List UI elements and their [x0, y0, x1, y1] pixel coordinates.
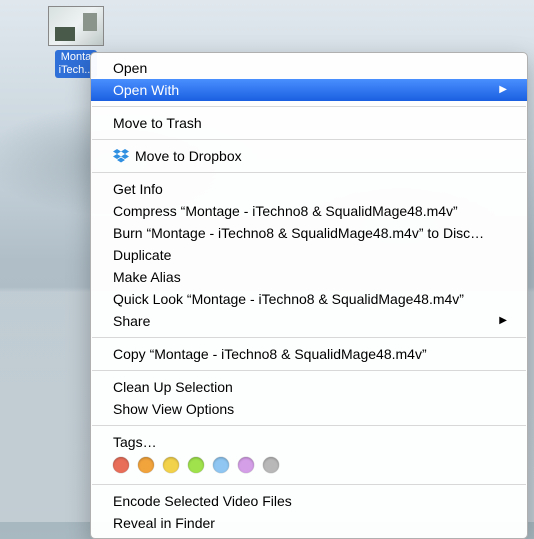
- submenu-arrow-icon: ▶: [499, 312, 507, 330]
- submenu-arrow-icon: ▶: [499, 81, 507, 99]
- menu-separator: [92, 337, 526, 338]
- menu-item-get-info[interactable]: Get Info: [91, 178, 527, 200]
- menu-item-encode[interactable]: Encode Selected Video Files: [91, 490, 527, 512]
- menu-separator: [92, 172, 526, 173]
- tag-dot-blue[interactable]: [213, 457, 229, 473]
- menu-separator: [92, 139, 526, 140]
- file-thumbnail: [48, 6, 104, 46]
- menu-separator: [92, 425, 526, 426]
- context-menu: Open Open With ▶ Move to Trash Move to D…: [90, 52, 528, 539]
- file-label-line2: iTech...: [59, 64, 94, 77]
- menu-item-show-view-options[interactable]: Show View Options: [91, 398, 527, 420]
- dropbox-icon: [113, 148, 129, 164]
- tag-dot-red[interactable]: [113, 457, 129, 473]
- tag-dot-gray[interactable]: [263, 457, 279, 473]
- menu-item-copy[interactable]: Copy “Montage - iTechno8 & SqualidMage48…: [91, 343, 527, 365]
- tag-dot-purple[interactable]: [238, 457, 254, 473]
- menu-separator: [92, 370, 526, 371]
- menu-item-clean-up[interactable]: Clean Up Selection: [91, 376, 527, 398]
- menu-item-make-alias[interactable]: Make Alias: [91, 266, 527, 288]
- menu-item-tags[interactable]: Tags…: [91, 431, 527, 453]
- tags-row: [91, 453, 527, 479]
- menu-item-share[interactable]: Share ▶: [91, 310, 527, 332]
- menu-item-move-to-dropbox[interactable]: Move to Dropbox: [91, 145, 527, 167]
- menu-item-duplicate[interactable]: Duplicate: [91, 244, 527, 266]
- menu-item-move-to-trash[interactable]: Move to Trash: [91, 112, 527, 134]
- menu-item-open[interactable]: Open: [91, 57, 527, 79]
- menu-item-reveal[interactable]: Reveal in Finder: [91, 512, 527, 534]
- menu-item-quick-look[interactable]: Quick Look “Montage - iTechno8 & Squalid…: [91, 288, 527, 310]
- menu-separator: [92, 106, 526, 107]
- menu-item-open-with[interactable]: Open With ▶: [91, 79, 527, 101]
- menu-item-compress[interactable]: Compress “Montage - iTechno8 & SqualidMa…: [91, 200, 527, 222]
- file-label-line1: Monta: [59, 51, 94, 64]
- menu-separator: [92, 484, 526, 485]
- tag-dot-orange[interactable]: [138, 457, 154, 473]
- tag-dot-green[interactable]: [188, 457, 204, 473]
- menu-item-burn[interactable]: Burn “Montage - iTechno8 & SqualidMage48…: [91, 222, 527, 244]
- tag-dot-yellow[interactable]: [163, 457, 179, 473]
